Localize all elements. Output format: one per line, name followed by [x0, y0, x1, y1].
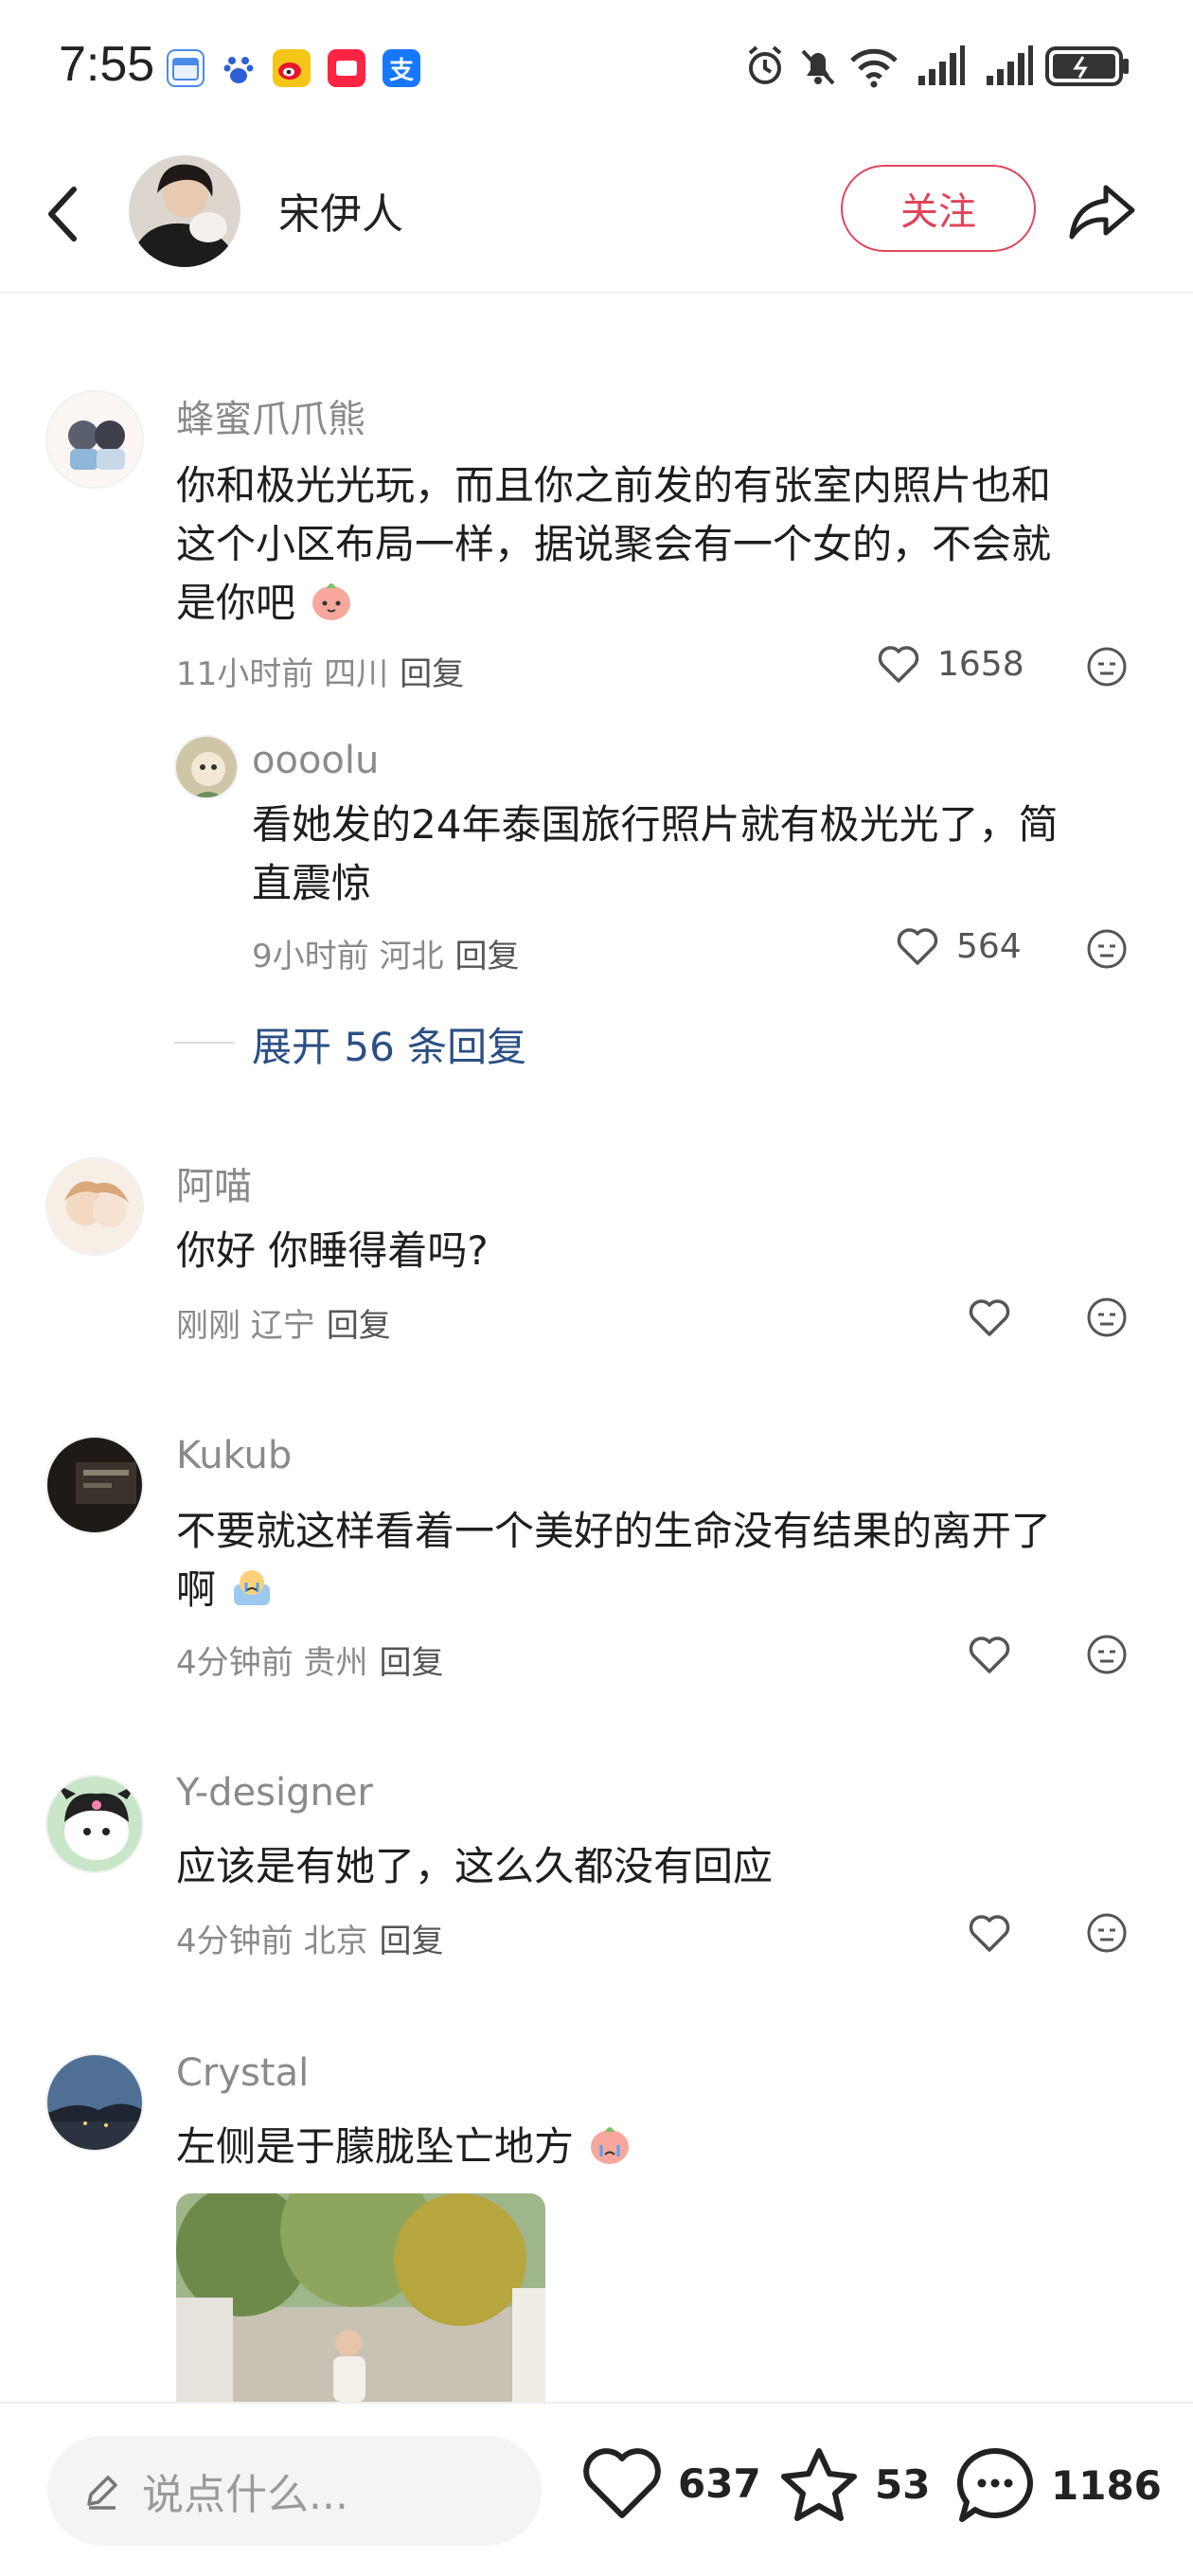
post-favorite-count: 53: [875, 2460, 931, 2508]
crying-emoji-icon: [234, 1570, 271, 1605]
xiaohongshu-app-icon: [328, 49, 365, 87]
baidu-app-icon: [220, 49, 258, 87]
emoji-reaction-icon[interactable]: [1085, 1296, 1129, 1339]
calendar-app-icon: [167, 49, 205, 87]
reply-meta: 9小时前 河北 回复: [252, 938, 520, 975]
reply-button[interactable]: 回复: [379, 1644, 443, 1682]
comment-meta: 4分钟前 北京 回复: [176, 1923, 444, 1960]
emoji-reaction-icon[interactable]: [1085, 1911, 1129, 1955]
like-button[interactable]: 1658: [877, 644, 1024, 684]
follow-button[interactable]: 关注: [841, 165, 1036, 252]
author-name[interactable]: 宋伊人: [278, 180, 403, 241]
back-arrow-icon[interactable]: [38, 176, 91, 252]
reply-button[interactable]: 回复: [400, 655, 464, 693]
favorite-post-button[interactable]: 53: [778, 2445, 930, 2523]
expand-replies-link[interactable]: 展开 56 条回复: [252, 1015, 526, 1073]
replier-avatar[interactable]: [174, 735, 239, 799]
signal-icon-2: [987, 45, 1033, 85]
heart-icon[interactable]: [968, 1913, 1011, 1953]
commenter-avatar[interactable]: [45, 390, 144, 489]
post-like-count: 637: [678, 2460, 761, 2507]
reply-button[interactable]: 回复: [454, 938, 519, 975]
signal-icon-1: [918, 45, 965, 85]
mute-icon: [801, 49, 835, 85]
post-header: 宋伊人 关注: [0, 142, 1193, 294]
expand-divider: [174, 1042, 235, 1044]
star-icon: [781, 2448, 857, 2521]
share-icon[interactable]: [1064, 174, 1140, 250]
like-post-button[interactable]: 637: [581, 2445, 761, 2521]
commenter-name[interactable]: Y-designer: [176, 1771, 373, 1815]
like-count: 564: [956, 926, 1022, 966]
status-bar: 7:55 支: [0, 0, 1193, 142]
commenter-name[interactable]: 阿喵: [176, 1155, 252, 1210]
comment-text: 你和极光光玩，而且你之前发的有张室内照片也和 这个小区布局一样，据说聚会有一个女…: [176, 462, 1052, 626]
heart-icon[interactable]: [968, 1297, 1011, 1337]
comment-text: 左侧是于朦胧坠亡地方: [176, 2118, 1161, 2176]
weibo-app-icon: [273, 49, 311, 87]
pencil-icon: [87, 2476, 117, 2510]
comment-text: 不要就这样看着一个美好的生命没有结果的离开了 啊: [176, 1508, 1052, 1613]
reply-text: 看她发的24年泰国旅行照片就有极光光了，简 直震惊: [252, 801, 1059, 906]
comment-input[interactable]: 说点什么...: [47, 2436, 542, 2546]
comment-text: 应该是有她了，这么久都没有回应: [176, 1843, 774, 1889]
wifi-icon: [850, 48, 898, 88]
heart-icon: [897, 928, 938, 965]
heart-icon: [583, 2448, 661, 2518]
comment-input-placeholder: 说点什么...: [142, 2471, 348, 2519]
replier-name[interactable]: oooolu: [252, 739, 379, 782]
author-avatar[interactable]: [129, 155, 240, 267]
crying-emoji-icon: [591, 2127, 630, 2164]
like-count: 1658: [937, 644, 1024, 684]
commenter-avatar[interactable]: [45, 1157, 144, 1256]
emoji-reaction-icon[interactable]: [1085, 645, 1129, 689]
emoji-reaction-icon[interactable]: [1085, 1633, 1129, 1676]
status-time: 7:55: [59, 37, 155, 92]
blush-emoji-icon: [312, 583, 351, 620]
post-comment-count: 1186: [1051, 2461, 1162, 2509]
heart-icon[interactable]: [968, 1635, 1011, 1674]
comment-post-button[interactable]: 1186: [954, 2445, 1162, 2525]
comment-text: 你好 你睡得着吗?: [176, 1227, 489, 1274]
reply-button[interactable]: 回复: [327, 1307, 391, 1345]
reply-button[interactable]: 回复: [379, 1923, 443, 1960]
commenter-avatar[interactable]: [45, 1775, 144, 1873]
alarm-icon: [748, 45, 782, 84]
bottom-action-bar: 说点什么... 637 53 1186: [0, 2402, 1193, 2576]
commenter-name[interactable]: Crystal: [176, 2051, 309, 2095]
like-button[interactable]: 564: [896, 926, 1022, 966]
comment-meta: 11小时前 四川 回复: [176, 655, 465, 693]
comment-meta: 刚刚 辽宁 回复: [176, 1307, 391, 1345]
battery-icon: [1045, 46, 1129, 86]
emoji-reaction-icon[interactable]: [1085, 927, 1129, 971]
commenter-avatar[interactable]: [45, 2053, 144, 2152]
commenter-name[interactable]: 蜂蜜爪爪熊: [176, 388, 365, 443]
commenter-name[interactable]: Kukub: [176, 1434, 292, 1477]
comment-photo[interactable]: [176, 2193, 545, 2402]
alipay-app-icon: 支: [383, 49, 420, 87]
commenter-avatar[interactable]: [45, 1436, 144, 1534]
comment-meta: 4分钟前 贵州 回复: [176, 1644, 444, 1682]
heart-icon: [878, 646, 919, 683]
comment-bubble-icon: [956, 2447, 1033, 2522]
